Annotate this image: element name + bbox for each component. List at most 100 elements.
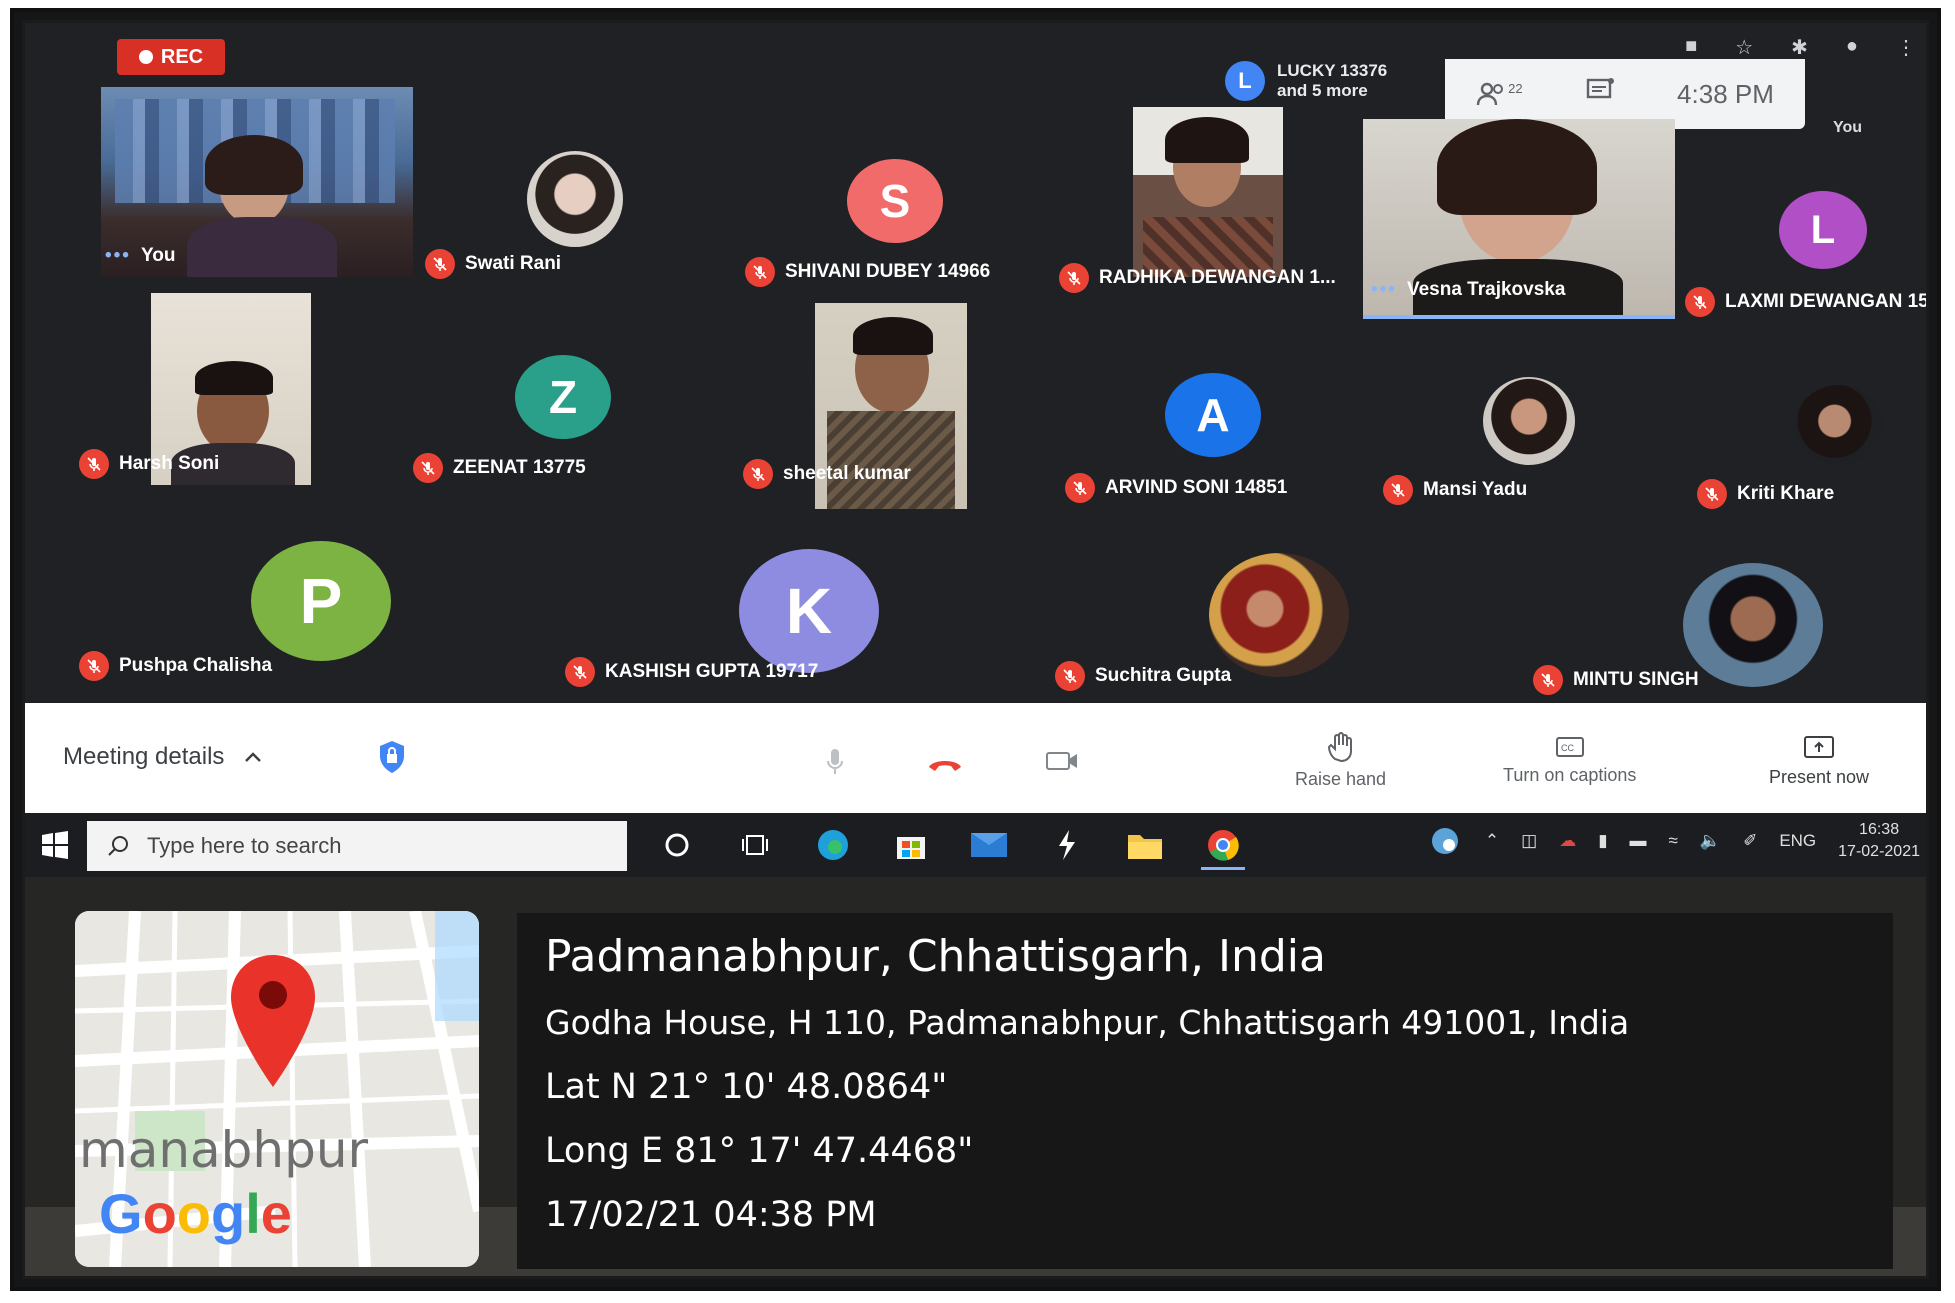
raise-hand-button[interactable]: Raise hand [1295, 731, 1386, 790]
cortana-icon[interactable] [655, 823, 699, 867]
participant-name: sheetal kumar [743, 459, 911, 489]
extension-icon[interactable]: ✱ [1791, 35, 1808, 60]
camera-icon[interactable]: ■ [1685, 35, 1697, 60]
participants-button[interactable]: 22 [1476, 81, 1523, 107]
meeting-details-button[interactable]: Meeting details [63, 743, 262, 771]
location-title: Padmanabhpur, Chhattisgarh, India [545, 931, 1326, 982]
battery-icon[interactable]: ▬ [1630, 831, 1647, 851]
participant-name: Harsh Soni [79, 449, 219, 479]
participant-name: KASHISH GUPTA 19717 [565, 657, 818, 687]
pen-icon[interactable]: ✐ [1743, 831, 1757, 851]
mic-off-icon [1697, 479, 1727, 509]
participant-avatar: P [251, 541, 391, 661]
wifi-icon[interactable]: ≈ [1669, 831, 1678, 851]
mic-off-icon [79, 651, 109, 681]
task-view-icon[interactable] [733, 823, 777, 867]
logo-letter: l [245, 1182, 261, 1245]
participant-video [1133, 107, 1283, 277]
bolt-app-icon[interactable] [1045, 823, 1089, 867]
search-placeholder: Type here to search [147, 833, 342, 858]
present-now-button[interactable]: Present now [1769, 735, 1869, 788]
search-icon [108, 836, 128, 856]
mic-off-icon [745, 257, 775, 287]
self-view-label: You [1833, 119, 1863, 136]
language-indicator[interactable]: ENG [1779, 831, 1816, 851]
meeting-controls-bar: Meeting details Raise hand CC Turn on ca… [25, 703, 1926, 813]
participant-name: ••• Vesna Trajkovska [1371, 279, 1566, 300]
participant-photo [1209, 553, 1349, 677]
captions-icon: CC [1555, 737, 1584, 757]
participant-name: LAXMI DEWANGAN 152. [1685, 287, 1926, 317]
mic-off-icon [1685, 287, 1715, 317]
mic-off-icon [1055, 661, 1085, 691]
captions-button[interactable]: CC Turn on captions [1503, 735, 1636, 786]
mic-off-icon [1533, 665, 1563, 695]
mic-off-icon [565, 657, 595, 687]
logo-letter: o [176, 1182, 211, 1245]
windows-start-icon[interactable] [41, 831, 69, 859]
participant-name: ZEENAT 13775 [413, 453, 586, 483]
location-address: Godha House, H 110, Padmanabhpur, Chhatt… [545, 1003, 1630, 1042]
rec-label: REC [160, 45, 204, 68]
edge-icon[interactable] [811, 823, 855, 867]
file-explorer-icon[interactable] [1123, 823, 1167, 867]
others-line1: LUCKY 13376 [1277, 61, 1388, 80]
map-thumbnail: manabhpur G o o g l e [75, 911, 479, 1267]
shield-icon[interactable] [377, 739, 407, 775]
onedrive-icon[interactable]: ☁ [1559, 831, 1576, 851]
mic-off-icon [79, 449, 109, 479]
svg-text:CC: CC [1561, 743, 1574, 753]
logo-letter: g [211, 1182, 246, 1245]
participant-name: Swati Rani [425, 249, 561, 279]
hand-icon [1327, 732, 1352, 763]
participant-photo [1683, 563, 1823, 687]
chrome-icon[interactable] [1201, 823, 1245, 870]
photo-frame: REC ■ ☆ ✱ ● ⋮ L LUCKY 13376 and 5 more 2… [10, 8, 1941, 1291]
google-logo: G o o g l e [99, 1181, 292, 1246]
recording-badge: REC [117, 39, 225, 75]
meeting-details-label: Meeting details [63, 743, 225, 770]
clock-time: 16:38 [1859, 821, 1900, 838]
location-pin-icon [231, 955, 315, 1087]
camera-icon[interactable] [1045, 749, 1079, 773]
participant-photo [527, 151, 623, 247]
volume-icon[interactable]: 🔈 [1700, 831, 1721, 851]
mic-off-icon [1383, 475, 1413, 505]
taskbar-apps [655, 823, 1245, 870]
usb-icon[interactable]: ▮ [1598, 831, 1607, 851]
chevron-up-icon[interactable]: ⌃ [1485, 831, 1499, 851]
participant-name: SHIVANI DUBEY 14966 [745, 257, 990, 287]
participant-avatar: L [1779, 191, 1867, 269]
more-participants-chip[interactable]: L LUCKY 13376 and 5 more [1225, 61, 1387, 101]
store-icon[interactable] [889, 823, 933, 867]
participant-avatar: K [739, 549, 879, 673]
participant-avatar: S [847, 159, 943, 243]
mic-off-icon [1059, 263, 1089, 293]
system-tray: ⌃ ◫ ☁ ▮ ▬ ≈ 🔈 ✐ ENG 16:38 17-02-2021 [1427, 819, 1920, 863]
mic-off-icon [413, 453, 443, 483]
participant-avatar: Z [515, 355, 611, 439]
participant-count: 22 [1508, 81, 1523, 96]
longitude: Long E 81° 17' 47.4468" [545, 1131, 974, 1171]
meet-now-icon[interactable]: ◫ [1521, 831, 1537, 851]
people-icon [1476, 82, 1504, 106]
geotag-overlay: manabhpur G o o g l e Padmanabhpur, Chha… [25, 877, 1926, 1276]
browser-toolbar-icons: ■ ☆ ✱ ● ⋮ [1685, 35, 1916, 60]
chat-button[interactable] [1585, 77, 1615, 112]
taskbar-clock[interactable]: 16:38 17-02-2021 [1838, 819, 1920, 863]
mail-icon[interactable] [967, 823, 1011, 867]
end-call-icon[interactable] [925, 753, 965, 773]
weather-icon[interactable] [1427, 825, 1463, 857]
participant-photo [1795, 385, 1883, 465]
participant-name: Suchitra Gupta [1055, 661, 1231, 691]
raise-hand-label: Raise hand [1295, 769, 1387, 789]
taskbar-search[interactable]: Type here to search [87, 821, 627, 871]
profile-icon[interactable]: ● [1846, 35, 1858, 60]
present-label: Present now [1769, 767, 1870, 787]
star-icon[interactable]: ☆ [1735, 35, 1753, 60]
microphone-icon[interactable] [825, 747, 845, 777]
logo-letter: o [142, 1182, 177, 1245]
logo-letter: e [260, 1182, 292, 1245]
location-info-box: Padmanabhpur, Chhattisgarh, India Godha … [517, 913, 1893, 1269]
more-icon[interactable]: ⋮ [1896, 35, 1916, 60]
